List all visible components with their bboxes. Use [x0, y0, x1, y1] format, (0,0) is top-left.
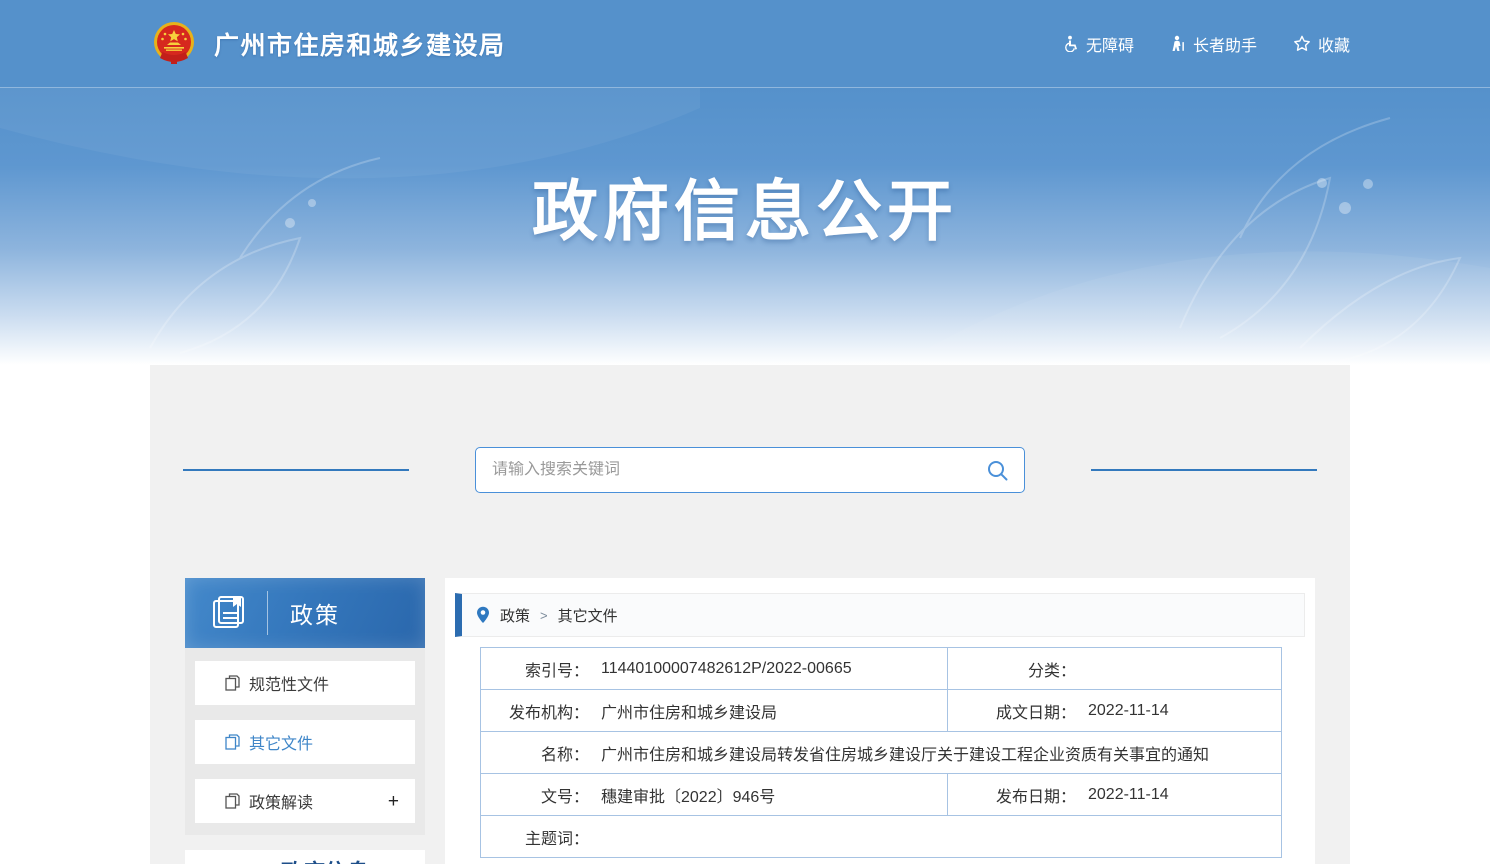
- breadcrumb-item-policy[interactable]: 政策: [500, 605, 530, 626]
- field-label-index-no: 索引号：: [481, 657, 589, 681]
- search-icon: [986, 459, 1009, 482]
- star-icon: [1293, 35, 1311, 52]
- field-value-issuing-agency: 广州市住房和城乡建设局: [601, 699, 777, 723]
- breadcrumb: 政策 > 其它文件: [455, 593, 1305, 637]
- content-row: 政策 规范性文件: [150, 578, 1350, 864]
- sidebar-item-label: 规范性文件: [249, 671, 329, 695]
- elder-assist-link[interactable]: 长者助手: [1170, 32, 1257, 56]
- banner: 政府信息公开: [0, 88, 1490, 365]
- sidebar-section-gov-info[interactable]: 政府信息公开: [185, 850, 425, 864]
- site-title: 广州市住房和城乡建设局: [214, 26, 506, 62]
- national-emblem-logo: [148, 18, 200, 70]
- sidebar: 政策 规范性文件: [185, 578, 425, 864]
- sidebar-header-divider: [267, 591, 268, 635]
- content-container: 政策 规范性文件: [150, 365, 1350, 864]
- detail-panel: 政策 > 其它文件 索引号： 11440100007482612P/2022-0…: [445, 578, 1315, 864]
- sidebar-section-policy[interactable]: 政策: [185, 578, 425, 648]
- field-label-category: 分类：: [948, 657, 1076, 681]
- document-icon: [225, 793, 240, 809]
- document-icon: [225, 675, 240, 691]
- field-value-publish-date: 2022-11-14: [1088, 786, 1169, 804]
- document-icon: [225, 734, 240, 750]
- field-value-written-date: 2022-11-14: [1088, 702, 1169, 720]
- location-pin-icon: [476, 606, 490, 624]
- accessibility-label: 无障碍: [1086, 32, 1134, 56]
- table-row: 索引号： 11440100007482612P/2022-00665 分类：: [481, 648, 1282, 690]
- field-label-title: 名称：: [481, 741, 589, 765]
- header-links: 无障碍 长者助手 收藏: [1062, 32, 1350, 56]
- sidebar-item-normative-documents[interactable]: 规范性文件: [195, 661, 415, 705]
- field-value-title: 广州市住房和城乡建设局转发省住房城乡建设厅关于建设工程企业资质有关事宜的通知: [601, 741, 1209, 765]
- top-header: 广州市住房和城乡建设局 无障碍 长者助手 收藏: [0, 0, 1490, 88]
- table-row: 发布机构： 广州市住房和城乡建设局 成文日期： 2022-11-14: [481, 690, 1282, 732]
- sidebar-section-title: 政策: [290, 596, 340, 630]
- table-row: 文号： 穗建审批〔2022〕946号 发布日期： 2022-11-14: [481, 774, 1282, 816]
- breadcrumb-separator: >: [540, 608, 548, 623]
- search-button[interactable]: [984, 457, 1010, 483]
- left-decorative-line: [183, 469, 409, 471]
- table-row: 名称： 广州市住房和城乡建设局转发省住房城乡建设厅关于建设工程企业资质有关事宜的…: [481, 732, 1282, 774]
- sidebar-item-other-documents[interactable]: 其它文件: [195, 720, 415, 764]
- field-value-doc-number: 穗建审批〔2022〕946号: [601, 783, 775, 807]
- right-decorative-line: [1091, 469, 1317, 471]
- document-detail-table: 索引号： 11440100007482612P/2022-00665 分类： 发…: [480, 647, 1282, 858]
- search-section: [150, 365, 1350, 493]
- field-label-doc-number: 文号：: [481, 783, 589, 807]
- search-input[interactable]: [492, 461, 984, 479]
- wheelchair-icon: [1062, 35, 1079, 52]
- table-row: 主题词：: [481, 816, 1282, 858]
- main: 政策 规范性文件: [0, 365, 1490, 864]
- favorite-link[interactable]: 收藏: [1293, 32, 1350, 56]
- expand-plus-icon[interactable]: +: [388, 792, 399, 811]
- field-label-keywords: 主题词：: [481, 825, 589, 849]
- book-icon: [209, 593, 249, 633]
- search-box: [475, 447, 1025, 493]
- field-label-issuing-agency: 发布机构：: [481, 699, 589, 723]
- sidebar-item-label: 其它文件: [249, 730, 313, 754]
- favorite-label: 收藏: [1318, 32, 1350, 56]
- sidebar-item-label: 政策解读: [249, 789, 313, 813]
- elder-icon: [1170, 35, 1186, 52]
- sidebar-item-policy-interpretation[interactable]: 政策解读 +: [195, 779, 415, 823]
- sidebar-menu: 规范性文件 其它文件: [185, 648, 425, 835]
- field-label-written-date: 成文日期：: [948, 699, 1076, 723]
- field-value-index-no: 11440100007482612P/2022-00665: [601, 660, 852, 678]
- accessibility-link[interactable]: 无障碍: [1062, 32, 1134, 56]
- breadcrumb-item-other-documents: 其它文件: [558, 605, 618, 626]
- page-title: 政府信息公开: [0, 88, 1490, 254]
- field-label-publish-date: 发布日期：: [948, 783, 1076, 807]
- elder-assist-label: 长者助手: [1193, 32, 1257, 56]
- sidebar-next-section-title: 政府信息公开: [281, 859, 381, 864]
